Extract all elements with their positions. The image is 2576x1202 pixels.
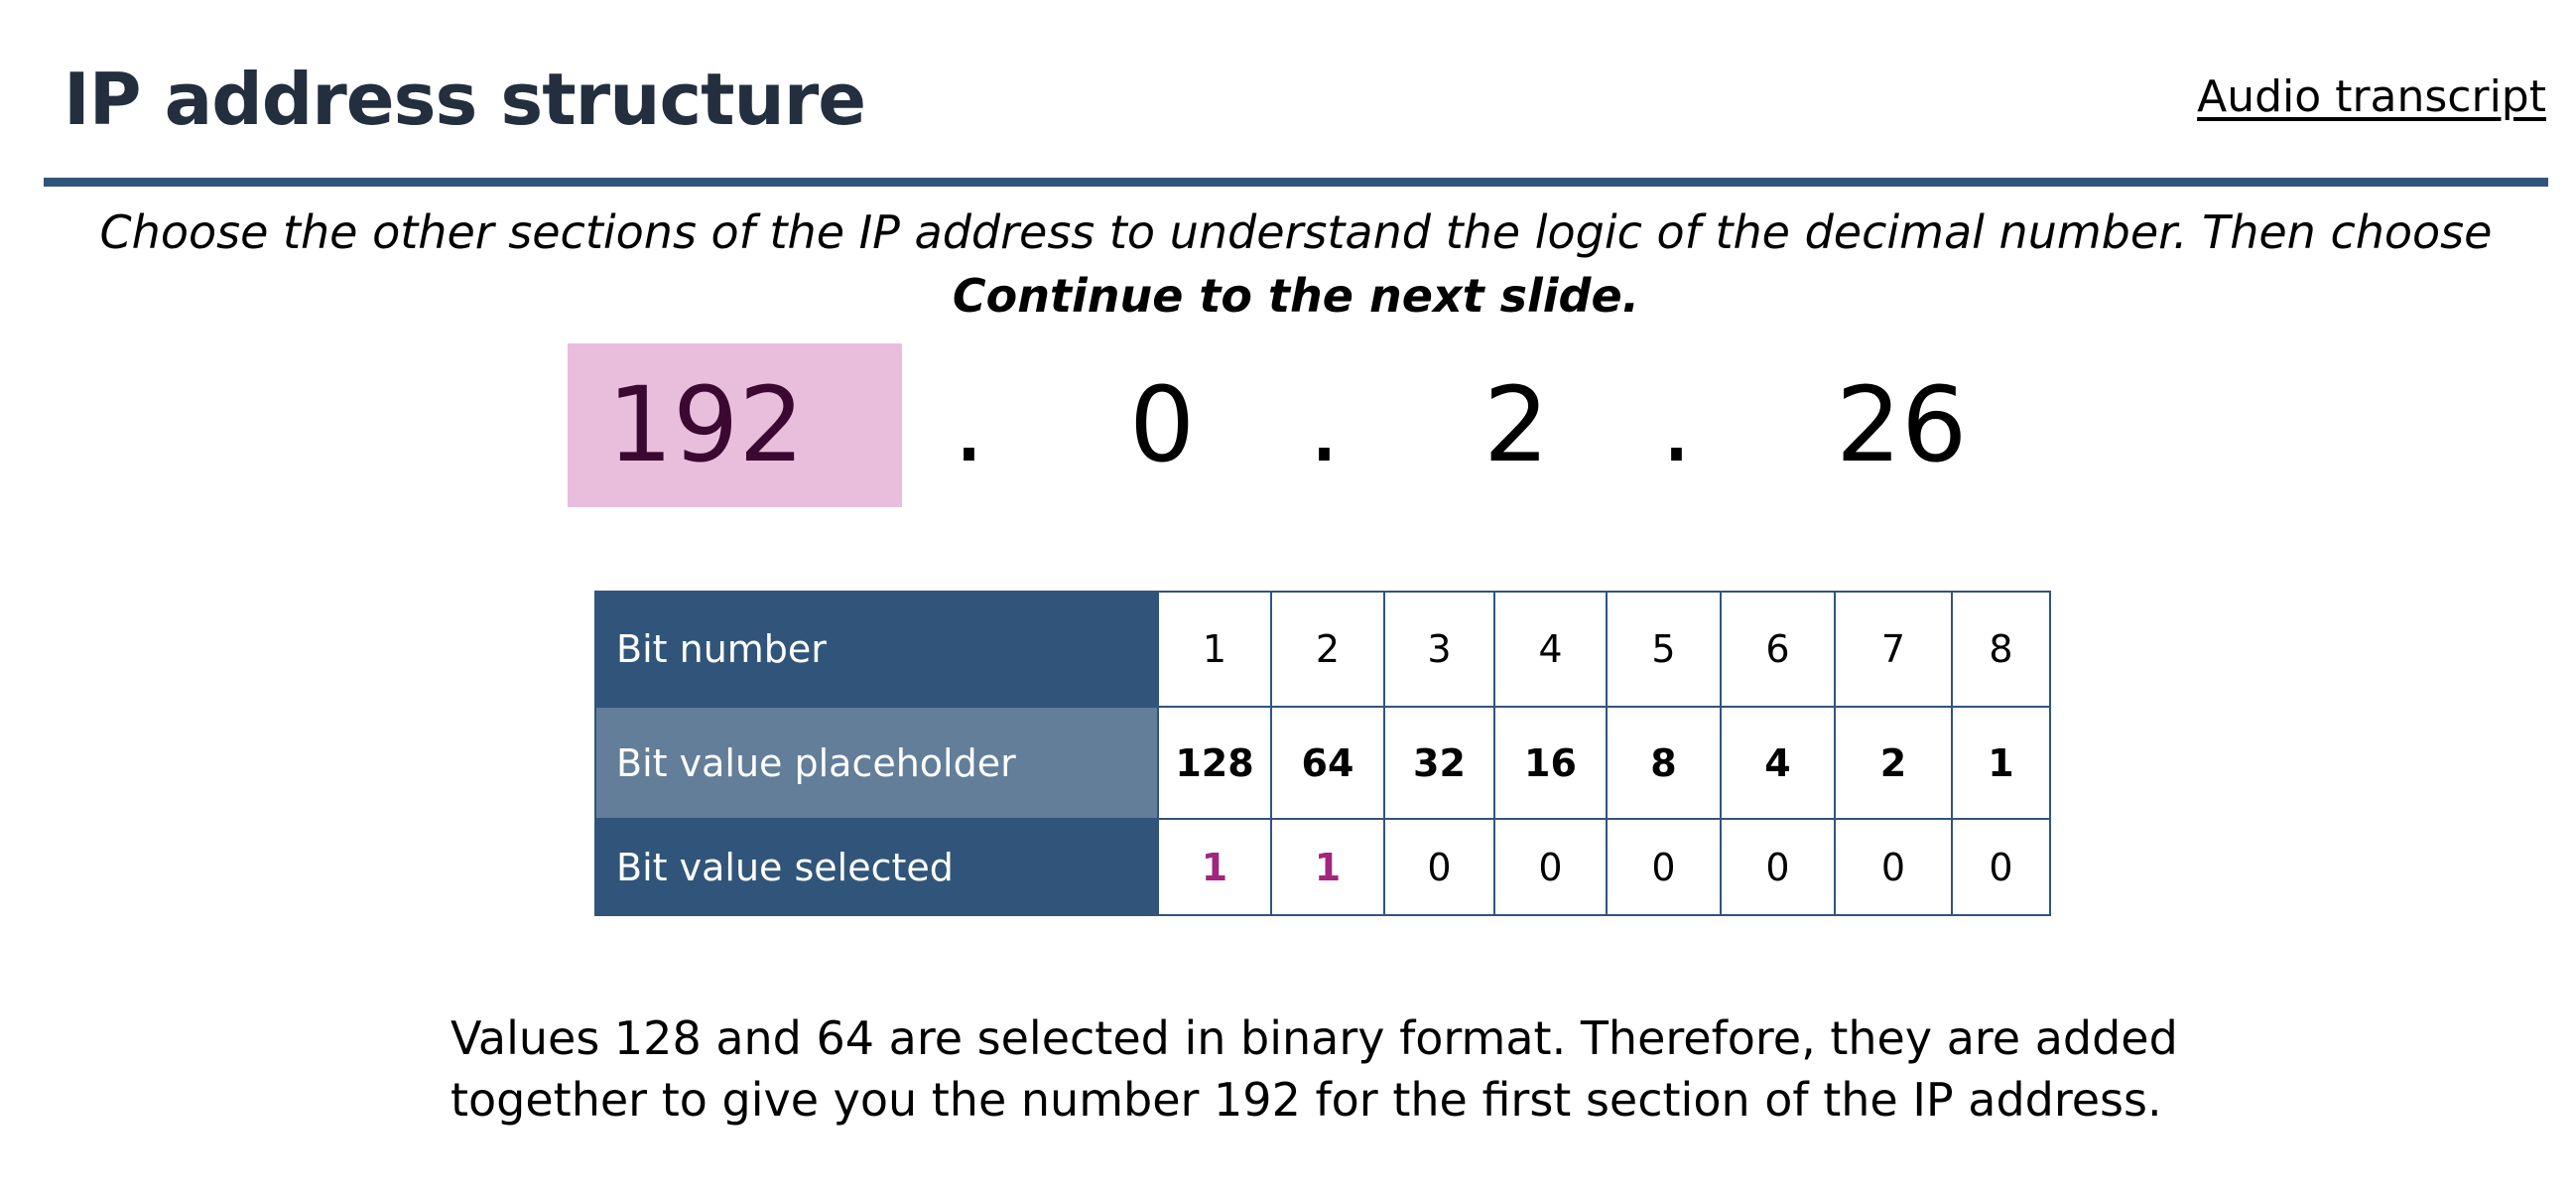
header-divider	[44, 178, 2548, 187]
table-cell: 3	[1383, 591, 1495, 708]
table-cell: 4	[1720, 706, 1836, 820]
row-label: Bit value placeholder	[594, 706, 1159, 820]
table-cell: 16	[1493, 706, 1608, 820]
table-cell: 1	[1951, 706, 2051, 820]
table-cell: 128	[1157, 706, 1272, 820]
bit-value-placeholder-row: Bit value placeholder 128 64 32 16 8 4 2…	[594, 706, 2051, 820]
table-cell: 8	[1951, 591, 2051, 708]
row-label: Bit value selected	[594, 818, 1159, 916]
ip-octet-3-button[interactable]: 2	[1483, 343, 1549, 507]
table-cell: 4	[1493, 591, 1608, 708]
row-label: Bit number	[594, 591, 1159, 708]
table-cell: 2	[1834, 706, 1953, 820]
bit-table: Bit number 1 2 3 4 5 6 7 8 Bit value pla…	[594, 591, 2051, 916]
table-cell: 32	[1383, 706, 1495, 820]
table-cell: 0	[1606, 818, 1722, 916]
table-cell: 7	[1834, 591, 1953, 708]
ip-separator: .	[1660, 364, 1694, 485]
instructions: Choose the other sections of the IP addr…	[44, 200, 2548, 328]
table-cell: 1	[1157, 591, 1272, 708]
table-cell: 2	[1270, 591, 1385, 708]
table-cell: 8	[1606, 706, 1722, 820]
table-cell-selected: 1	[1270, 818, 1385, 916]
table-cell: 5	[1606, 591, 1722, 708]
ip-octet-1-button[interactable]: 192	[568, 343, 902, 507]
table-cell-selected: 1	[1157, 818, 1272, 916]
ip-separator: .	[1308, 364, 1342, 485]
table-cell: 64	[1270, 706, 1385, 820]
table-cell: 0	[1383, 818, 1495, 916]
table-cell: 0	[1834, 818, 1953, 916]
ip-separator: .	[953, 364, 986, 485]
ip-octet-2-button[interactable]: 0	[1129, 343, 1195, 507]
explanation-text: Values 128 and 64 are selected in binary…	[451, 1007, 2237, 1131]
table-cell: 0	[1951, 818, 2051, 916]
explanation-line-1: Values 128 and 64 are selected in binary…	[451, 1011, 2178, 1065]
slide: IP address structure Audio transcript Ch…	[0, 0, 2576, 1202]
bit-value-selected-row: Bit value selected 1 1 0 0 0 0 0 0	[594, 818, 2051, 916]
page-title: IP address structure	[64, 58, 866, 141]
table-cell: 6	[1720, 591, 1836, 708]
table-cell: 0	[1720, 818, 1836, 916]
ip-octet-4-button[interactable]: 26	[1836, 343, 1967, 507]
instructions-line-2: Continue to the next slide.	[952, 269, 1640, 323]
instructions-line-1: Choose the other sections of the IP addr…	[99, 205, 2493, 259]
bit-number-row: Bit number 1 2 3 4 5 6 7 8	[594, 591, 2051, 708]
explanation-line-2: together to give you the number 192 for …	[451, 1073, 2162, 1127]
table-cell: 0	[1493, 818, 1608, 916]
audio-transcript-link[interactable]: Audio transcript	[2197, 67, 2546, 127]
